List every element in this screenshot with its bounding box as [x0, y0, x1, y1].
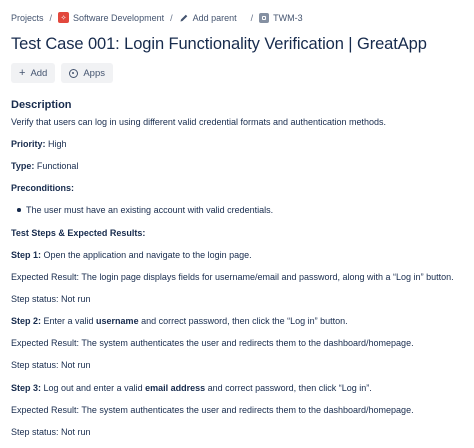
priority-line: Priority: High — [11, 138, 466, 150]
step-status: Step status: Not run — [11, 426, 91, 437]
breadcrumb-project-link[interactable]: ✧ Software Development — [58, 12, 164, 23]
apps-icon — [69, 68, 79, 78]
breadcrumb: Projects / ✧ Software Development / Add … — [11, 12, 464, 23]
step-line: Step 2: Enter a valid username and corre… — [11, 315, 466, 327]
step-label: Step 2: — [11, 316, 42, 327]
step-status: Step status: Not run — [11, 293, 91, 304]
expected-result: Expected Result: The system authenticate… — [11, 338, 414, 349]
step-status: Step status: Not run — [11, 360, 91, 371]
step-label: Step 3: — [11, 382, 42, 393]
description-heading: Description — [11, 99, 72, 111]
step-text: Log out and enter a valid — [41, 382, 146, 393]
priority-value: High — [45, 138, 67, 149]
type-line: Type: Functional — [11, 160, 466, 172]
plus-icon: + — [19, 66, 26, 79]
description-field[interactable]: Description Verify that users can log in… — [11, 98, 466, 438]
priority-label: Priority: — [11, 138, 46, 149]
issue-key: TWM-3 — [273, 12, 303, 23]
page-title[interactable]: Test Case 001: Login Functionality Verif… — [11, 35, 466, 54]
breadcrumb-separator: / — [170, 12, 173, 23]
step-line: Step 3: Log out and enter a valid email … — [11, 382, 466, 394]
step-emphasis: username — [96, 316, 139, 327]
description-text: Verify that users can log in using diffe… — [11, 116, 387, 127]
steps-label: Test Steps & Expected Results: — [11, 227, 146, 238]
apps-button[interactable]: Apps — [61, 63, 113, 83]
step-emphasis: email address — [145, 382, 206, 393]
breadcrumb-separator: / — [250, 12, 254, 23]
breadcrumb-separator: / — [49, 12, 53, 23]
issue-type-icon — [259, 12, 270, 23]
action-bar: + Add Apps — [11, 63, 113, 83]
breadcrumb-issue-link[interactable]: TWM-3 — [259, 12, 303, 23]
project-icon: ✧ — [58, 12, 70, 23]
pencil-icon — [180, 14, 187, 21]
step-text: Enter a valid — [41, 316, 97, 327]
step-text: and correct password, then click “Log in… — [205, 382, 372, 393]
expected-result: Expected Result: The system authenticate… — [11, 404, 414, 415]
step-label: Step 1: — [11, 249, 42, 260]
type-label: Type: — [11, 161, 35, 172]
expected-result: Expected Result: The login page displays… — [11, 271, 454, 282]
preconditions-label: Preconditions: — [11, 183, 75, 194]
list-item: The user must have an existing account w… — [11, 204, 466, 216]
breadcrumb-project-label: Software Development — [73, 12, 165, 23]
issue-page: Projects / ✧ Software Development / Add … — [0, 0, 474, 448]
apps-button-label: Apps — [83, 67, 105, 79]
type-value: Functional — [34, 161, 79, 172]
add-button-label: Add — [30, 67, 48, 79]
add-button[interactable]: + Add — [11, 63, 56, 83]
step-text: Open the application and navigate to the… — [41, 249, 252, 260]
step-text: and correct password, then click the “Lo… — [138, 316, 348, 327]
add-parent-label: Add parent — [192, 12, 237, 23]
add-parent-button[interactable]: Add parent — [179, 13, 237, 23]
step-line: Step 1: Open the application and navigat… — [11, 249, 466, 261]
breadcrumb-projects-link[interactable]: Projects — [11, 13, 44, 23]
